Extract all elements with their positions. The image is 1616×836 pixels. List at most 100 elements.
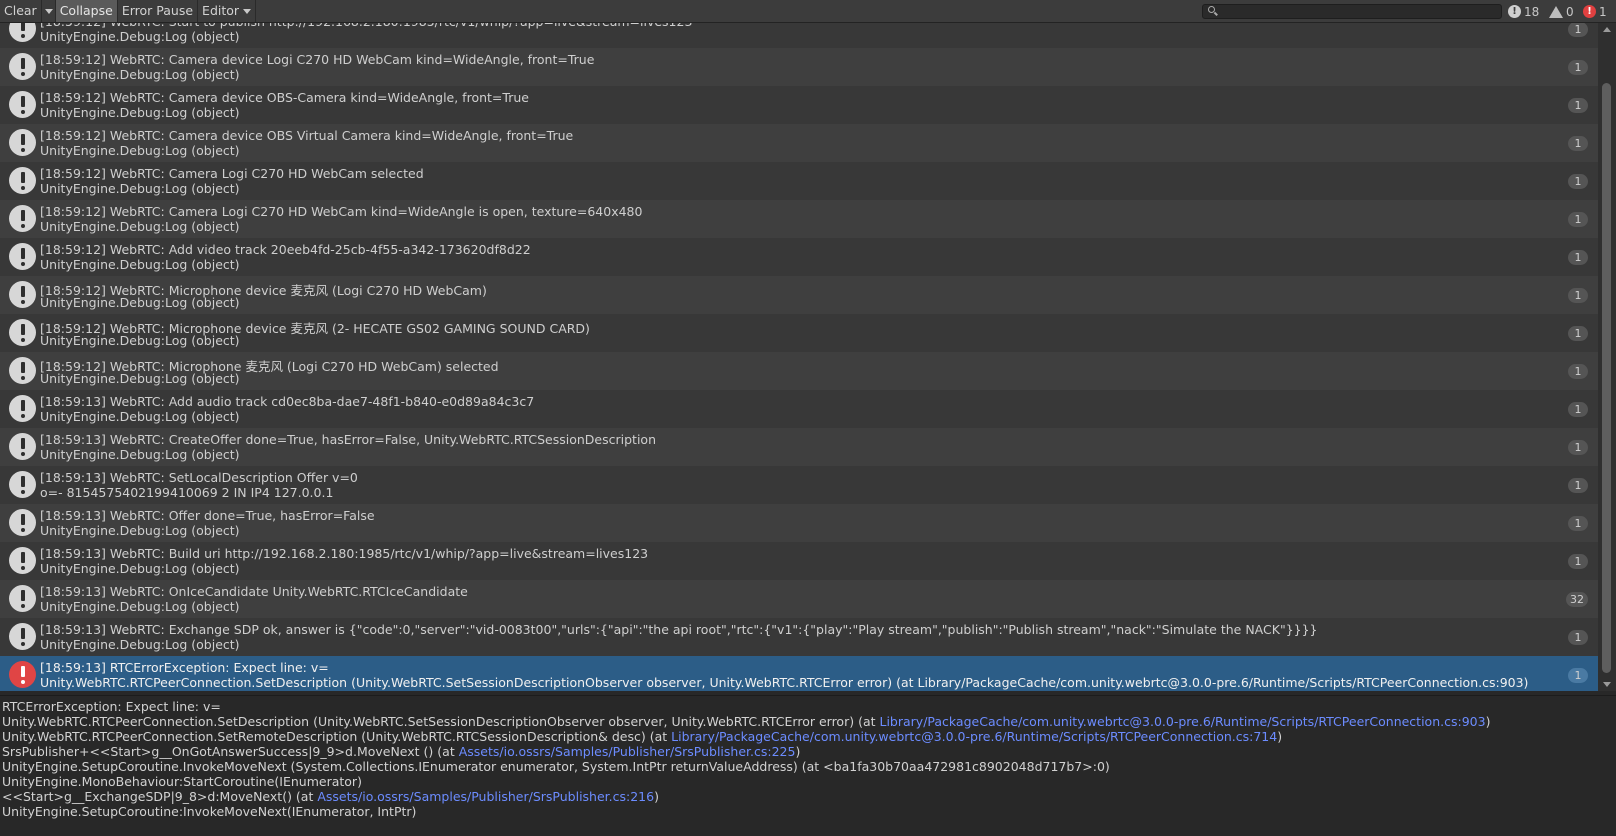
error-icon <box>9 661 36 688</box>
trace-source-link[interactable]: Assets/io.ossrs/Samples/Publisher/SrsPub… <box>317 789 654 804</box>
info-icon <box>9 357 36 384</box>
log-stack-first-line: UnityEngine.Debug:Log (object) <box>40 523 240 538</box>
log-stack-first-line: UnityEngine.Debug:Log (object) <box>40 599 240 614</box>
info-count-toggle[interactable]: ! 18 <box>1508 3 1539 20</box>
log-stack-first-line: UnityEngine.Debug:Log (object) <box>40 447 240 462</box>
collapse-count-badge: 1 <box>1568 516 1588 531</box>
collapse-count-badge: 1 <box>1568 630 1588 645</box>
collapse-count-badge: 1 <box>1568 212 1588 227</box>
log-stack-first-line: UnityEngine.Debug:Log (object) <box>40 637 240 652</box>
error-icon: ! <box>1583 5 1596 18</box>
clear-options-dropdown[interactable] <box>42 0 56 22</box>
trace-line: UnityEngine.MonoBehaviour:StartCoroutine… <box>2 774 362 789</box>
log-message: [18:59:13] WebRTC: Build uri http://192.… <box>40 546 649 561</box>
log-entry[interactable]: [18:59:13] WebRTC: Add audio track cd0ec… <box>0 390 1598 428</box>
trace-line: <<Start>g__ExchangeSDP|9_8>d:MoveNext() … <box>0 789 1616 804</box>
log-message: [18:59:12] WebRTC: Camera Logi C270 HD W… <box>40 204 643 219</box>
trace-source-link[interactable]: Library/PackageCache/com.unity.webrtc@3.… <box>879 714 1485 729</box>
log-stack-first-line: UnityEngine.Debug:Log (object) <box>40 219 240 234</box>
trace-line: UnityEngine.SetupCoroutine.InvokeMoveNex… <box>2 759 1110 774</box>
collapse-count-badge: 1 <box>1568 364 1588 379</box>
scrollbar-thumb[interactable] <box>1602 83 1611 673</box>
log-entry[interactable]: [18:59:13] WebRTC: SetLocalDescription O… <box>0 466 1598 504</box>
log-entry[interactable]: [18:59:12] WebRTC: Microphone device 麦克风… <box>0 314 1598 352</box>
scroll-down-icon[interactable] <box>1603 682 1611 687</box>
error-count: 1 <box>1599 4 1607 19</box>
stack-trace-panel: RTCErrorException: Expect line: v= Unity… <box>0 695 1616 836</box>
collapse-count-badge: 1 <box>1568 326 1588 341</box>
log-entry[interactable]: [18:59:12] WebRTC: Microphone device 麦克风… <box>0 276 1598 314</box>
error-count-toggle[interactable]: ! 1 <box>1583 3 1607 20</box>
log-entry[interactable]: [18:59:12] WebRTC: Camera device OBS-Cam… <box>0 86 1598 124</box>
collapse-count-badge: 1 <box>1568 98 1588 113</box>
info-icon <box>9 281 36 308</box>
editor-label: Editor <box>202 3 240 18</box>
trace-line: Unity.WebRTC.RTCPeerConnection.SetRemote… <box>0 729 1616 744</box>
log-message: [18:59:13] RTCErrorException: Expect lin… <box>40 660 329 675</box>
editor-dropdown[interactable]: Editor <box>198 0 257 22</box>
collapse-count-badge: 1 <box>1568 668 1588 683</box>
trace-text: ) <box>795 744 801 759</box>
log-stack-first-line: UnityEngine.Debug:Log (object) <box>40 181 240 196</box>
log-message: [18:59:12] WebRTC: Camera device OBS Vir… <box>40 128 574 143</box>
log-message: [18:59:13] WebRTC: Offer done=True, hasE… <box>40 508 375 523</box>
warning-count: 0 <box>1566 4 1574 19</box>
info-icon <box>9 129 36 156</box>
trace-line: Unity.WebRTC.RTCPeerConnection.SetDescri… <box>0 714 1616 729</box>
log-entry[interactable]: [18:59:13] WebRTC: CreateOffer done=True… <box>0 428 1598 466</box>
log-scrollbar[interactable] <box>1598 23 1616 691</box>
search-icon <box>1208 6 1215 13</box>
log-stack-first-line: UnityEngine.Debug:Log (object) <box>40 333 240 348</box>
log-entry[interactable]: [18:59:13] WebRTC: Build uri http://192.… <box>0 542 1598 580</box>
scroll-up-icon[interactable] <box>1603 27 1611 32</box>
log-stack-first-line: UnityEngine.Debug:Log (object) <box>40 295 240 310</box>
log-entry[interactable]: [18:59:12] WebRTC: Camera Logi C270 HD W… <box>0 162 1598 200</box>
log-stack-first-line: UnityEngine.Debug:Log (object) <box>40 105 240 120</box>
info-icon: ! <box>1508 5 1521 18</box>
chevron-down-icon <box>44 9 53 14</box>
trace-text: Unity.WebRTC.RTCPeerConnection.SetDescri… <box>2 714 880 729</box>
log-entry[interactable]: [18:59:13] WebRTC: Exchange SDP ok, answ… <box>0 618 1598 656</box>
trace-source-link[interactable]: Library/PackageCache/com.unity.webrtc@3.… <box>671 729 1277 744</box>
info-icon <box>9 509 36 536</box>
log-entry[interactable]: [18:59:12] WebRTC: Microphone 麦克风 (Logi … <box>0 352 1598 390</box>
warning-icon <box>1549 5 1563 18</box>
info-icon <box>9 23 36 42</box>
chevron-down-icon <box>243 9 252 14</box>
log-entry[interactable]: [18:59:12] WebRTC: Add video track 20eeb… <box>0 238 1598 276</box>
log-entry[interactable]: [18:59:13] WebRTC: Offer done=True, hasE… <box>0 504 1598 542</box>
info-icon <box>9 395 36 422</box>
collapse-count-badge: 1 <box>1568 136 1588 151</box>
log-message: [18:59:13] WebRTC: OnIceCandidate Unity.… <box>40 584 468 599</box>
log-stack-first-line: UnityEngine.Debug:Log (object) <box>40 143 240 158</box>
collapse-count-badge: 1 <box>1568 440 1588 455</box>
error-pause-toggle[interactable]: Error Pause <box>118 0 199 22</box>
log-rows: [18:59:12] WebRTC: Start to publish http… <box>0 23 1598 691</box>
log-message: [18:59:12] WebRTC: Camera device Logi C2… <box>40 52 595 67</box>
clear-button[interactable]: Clear <box>0 0 42 22</box>
warning-count-toggle[interactable]: 0 <box>1549 3 1574 20</box>
log-message: [18:59:13] WebRTC: Add audio track cd0ec… <box>40 394 535 409</box>
info-icon <box>9 585 36 612</box>
trace-text: ) <box>1277 729 1283 744</box>
log-message: [18:59:13] WebRTC: Exchange SDP ok, answ… <box>40 622 1318 637</box>
log-message: [18:59:12] WebRTC: Add video track 20eeb… <box>40 242 531 257</box>
collapse-count-badge: 1 <box>1568 174 1588 189</box>
log-entry[interactable]: [18:59:13] WebRTC: OnIceCandidate Unity.… <box>0 580 1598 618</box>
log-entry[interactable]: [18:59:13] RTCErrorException: Expect lin… <box>0 656 1598 691</box>
search-input[interactable] <box>1202 4 1502 19</box>
info-icon <box>9 623 36 650</box>
trace-source-link[interactable]: Assets/io.ossrs/Samples/Publisher/SrsPub… <box>459 744 796 759</box>
collapse-toggle[interactable]: Collapse <box>55 0 118 22</box>
info-icon <box>9 319 36 346</box>
log-entry[interactable]: [18:59:12] WebRTC: Camera device Logi C2… <box>0 48 1598 86</box>
log-entry[interactable]: [18:59:12] WebRTC: Camera Logi C270 HD W… <box>0 200 1598 238</box>
log-entry[interactable]: [18:59:12] WebRTC: Camera device OBS Vir… <box>0 124 1598 162</box>
info-icon <box>9 547 36 574</box>
log-message: [18:59:13] WebRTC: SetLocalDescription O… <box>40 470 358 485</box>
log-entry[interactable]: [18:59:12] WebRTC: Start to publish http… <box>0 23 1598 48</box>
collapse-count-badge: 1 <box>1568 250 1588 265</box>
info-icon <box>9 205 36 232</box>
trace-text: Unity.WebRTC.RTCPeerConnection.SetRemote… <box>2 729 672 744</box>
log-message: [18:59:12] WebRTC: Camera device OBS-Cam… <box>40 90 529 105</box>
